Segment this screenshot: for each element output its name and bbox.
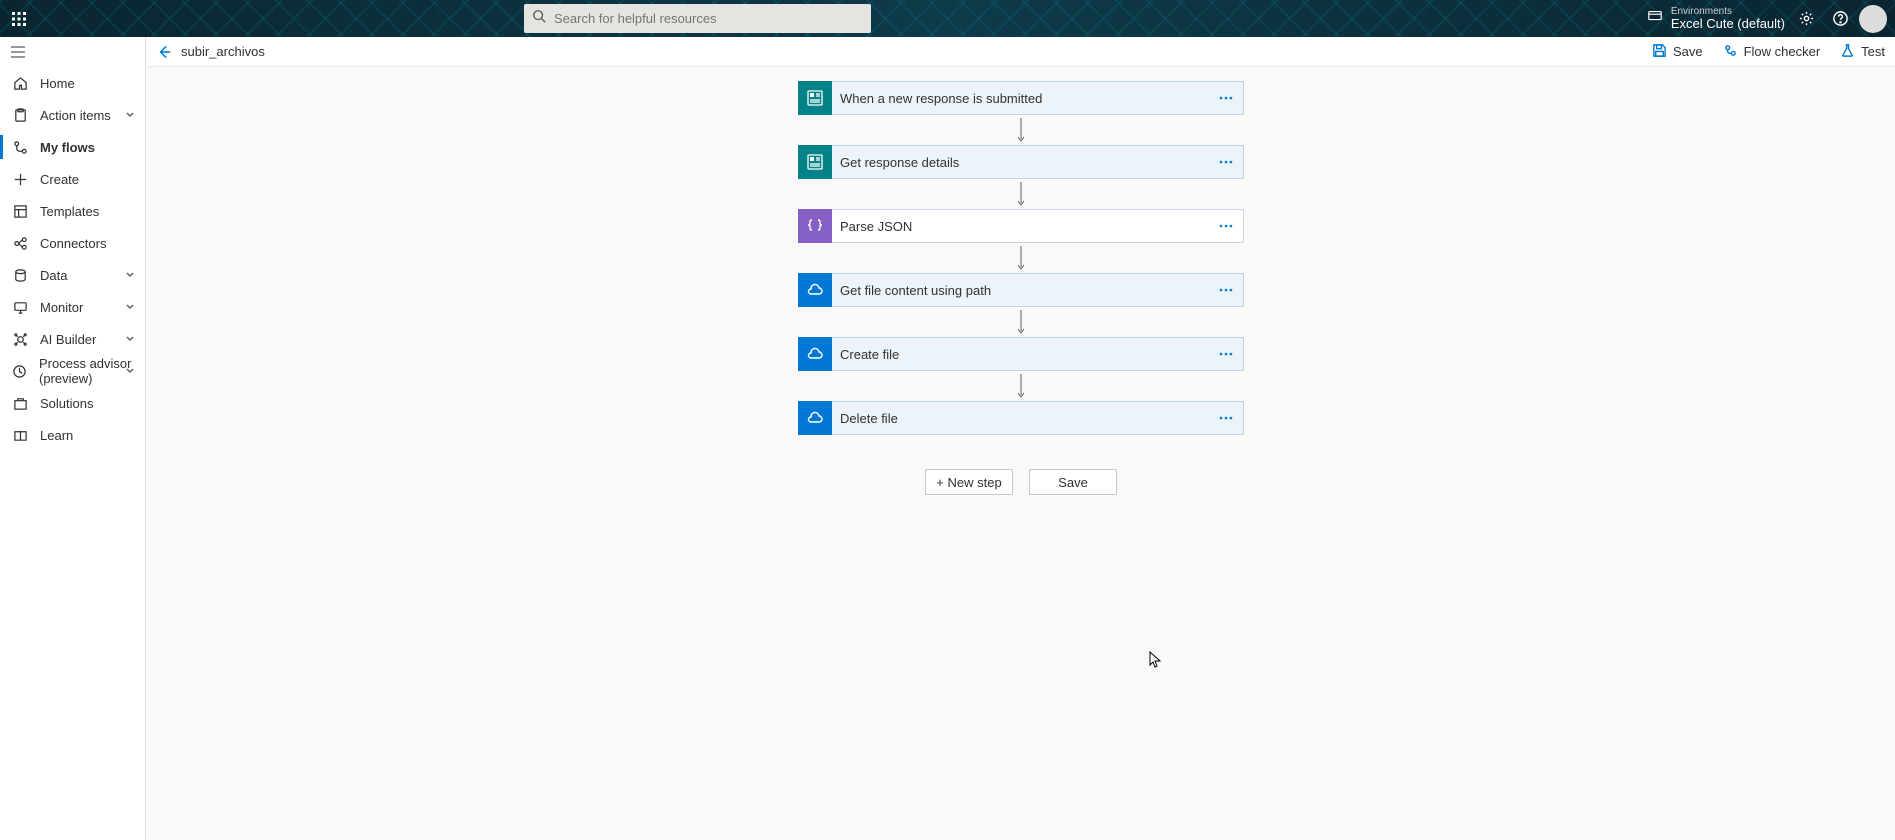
command-bar: subir_archivos Save Flow checker Test: [147, 37, 1895, 67]
step-more-button[interactable]: [1209, 160, 1243, 164]
nav-item-label: Action items: [40, 108, 111, 123]
plus-icon: [12, 171, 28, 187]
nav-item-clipboard[interactable]: Action items: [0, 99, 145, 131]
flow-icon: [12, 139, 28, 155]
cloud-icon: [798, 273, 832, 307]
flow-checker-icon: [1723, 43, 1738, 61]
step-more-button[interactable]: [1209, 288, 1243, 292]
nav-item-process[interactable]: Process advisor (preview): [0, 355, 145, 387]
braces-icon: [798, 209, 832, 243]
cursor-indicator: [1149, 651, 1163, 674]
save-label: Save: [1673, 44, 1703, 59]
nav-item-label: Connectors: [40, 236, 106, 251]
nav-item-label: AI Builder: [40, 332, 96, 347]
step-title: Create file: [832, 347, 1209, 362]
test-command[interactable]: Test: [1830, 37, 1895, 66]
nav-item-label: Data: [40, 268, 67, 283]
nav-item-home[interactable]: Home: [0, 67, 145, 99]
step-more-button[interactable]: [1209, 352, 1243, 356]
solutions-icon: [12, 395, 28, 411]
step-title: Parse JSON: [832, 219, 1209, 234]
flow-step[interactable]: Get response details: [798, 145, 1244, 179]
environment-name: Excel Cute (default): [1671, 17, 1785, 31]
save-button[interactable]: Save: [1029, 469, 1117, 495]
flow-step[interactable]: When a new response is submitted: [798, 81, 1244, 115]
chevron-down-icon: [125, 364, 135, 379]
chevron-down-icon: [125, 268, 135, 283]
search-icon: [532, 9, 546, 28]
flow-checker-label: Flow checker: [1744, 44, 1821, 59]
forms-icon: [798, 81, 832, 115]
environment-picker[interactable]: Environments Excel Cute (default): [1647, 6, 1785, 31]
flow-canvas: When a new response is submitted Get res…: [147, 67, 1895, 840]
home-icon: [12, 75, 28, 91]
nav-item-connector[interactable]: Connectors: [0, 227, 145, 259]
flow-step[interactable]: Create file: [798, 337, 1244, 371]
test-icon: [1840, 43, 1855, 61]
clipboard-icon: [12, 107, 28, 123]
left-nav: Home Action items My flows Create Templa…: [0, 37, 146, 840]
step-title: Get file content using path: [832, 283, 1209, 298]
flow-arrow: [1016, 371, 1026, 401]
step-more-button[interactable]: [1209, 96, 1243, 100]
connector-icon: [12, 235, 28, 251]
template-icon: [12, 203, 28, 219]
save-command[interactable]: Save: [1642, 37, 1713, 66]
flow-step[interactable]: Get file content using path: [798, 273, 1244, 307]
step-more-button[interactable]: [1209, 224, 1243, 228]
step-more-button[interactable]: [1209, 416, 1243, 420]
nav-item-plus[interactable]: Create: [0, 163, 145, 195]
environment-icon: [1647, 8, 1663, 29]
flow-step[interactable]: Delete file: [798, 401, 1244, 435]
nav-collapse-button[interactable]: [0, 37, 145, 67]
nav-item-label: My flows: [40, 140, 95, 155]
flow-arrow: [1016, 307, 1026, 337]
monitor-icon: [12, 299, 28, 315]
nav-item-label: Create: [40, 172, 79, 187]
data-icon: [12, 267, 28, 283]
step-title: Delete file: [832, 411, 1209, 426]
step-title: Get response details: [832, 155, 1209, 170]
flow-name: subir_archivos: [181, 44, 265, 59]
flow-arrow: [1016, 115, 1026, 145]
nav-item-label: Home: [40, 76, 75, 91]
settings-button[interactable]: [1791, 4, 1821, 34]
test-label: Test: [1861, 44, 1885, 59]
forms-icon: [798, 145, 832, 179]
nav-item-solutions[interactable]: Solutions: [0, 387, 145, 419]
learn-icon: [12, 427, 28, 443]
cloud-icon: [798, 401, 832, 435]
nav-item-monitor[interactable]: Monitor: [0, 291, 145, 323]
chevron-down-icon: [125, 332, 135, 347]
app-launcher-button[interactable]: [0, 0, 37, 37]
search-input[interactable]: [546, 11, 863, 26]
nav-item-label: Solutions: [40, 396, 93, 411]
top-banner: Environments Excel Cute (default): [0, 0, 1895, 37]
process-icon: [12, 363, 27, 379]
flow-arrow: [1016, 179, 1026, 209]
nav-item-label: Templates: [40, 204, 99, 219]
chevron-down-icon: [125, 300, 135, 315]
nav-item-data[interactable]: Data: [0, 259, 145, 291]
ai-icon: [12, 331, 28, 347]
cloud-icon: [798, 337, 832, 371]
nav-item-ai[interactable]: AI Builder: [0, 323, 145, 355]
search-box[interactable]: [524, 4, 871, 33]
nav-item-flow[interactable]: My flows: [0, 131, 145, 163]
help-button[interactable]: [1825, 4, 1855, 34]
step-title: When a new response is submitted: [832, 91, 1209, 106]
back-button[interactable]: [147, 45, 181, 59]
save-icon: [1652, 43, 1667, 61]
nav-item-learn[interactable]: Learn: [0, 419, 145, 451]
nav-item-label: Monitor: [40, 300, 83, 315]
flow-arrow: [1016, 243, 1026, 273]
nav-item-label: Learn: [40, 428, 73, 443]
new-step-button[interactable]: + New step: [925, 469, 1013, 495]
chevron-down-icon: [125, 108, 135, 123]
user-avatar[interactable]: [1859, 5, 1887, 33]
flow-step[interactable]: Parse JSON: [798, 209, 1244, 243]
nav-item-template[interactable]: Templates: [0, 195, 145, 227]
flow-checker-command[interactable]: Flow checker: [1713, 37, 1831, 66]
